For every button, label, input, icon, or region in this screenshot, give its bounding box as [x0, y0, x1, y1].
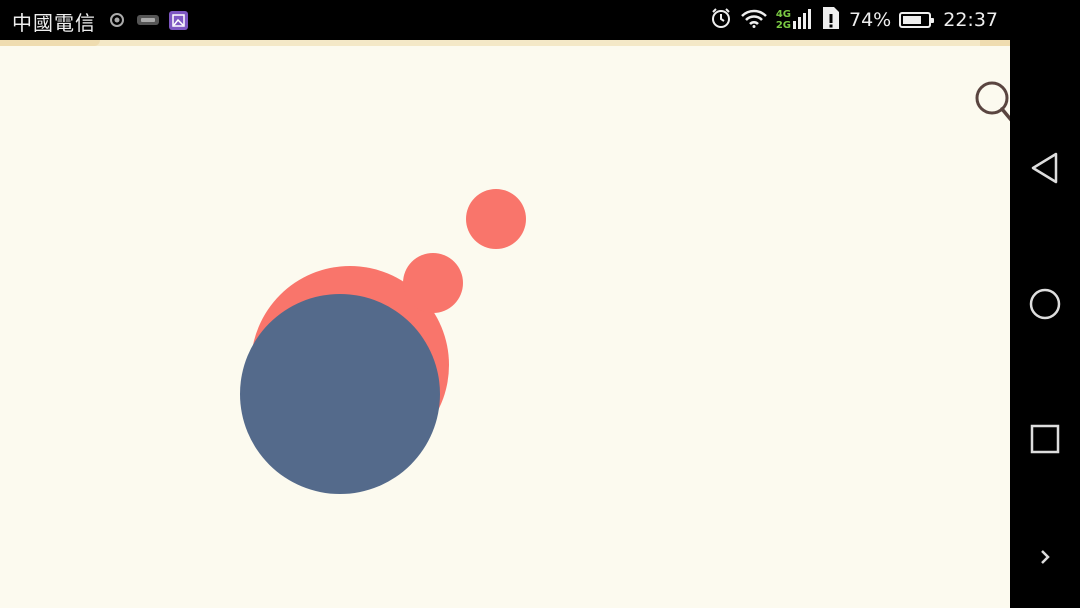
status-icons: 4G 2G 74% 22:37	[710, 0, 998, 40]
enemy-cell-small	[403, 253, 463, 313]
player-cell[interactable]	[240, 294, 440, 494]
battery-icon	[899, 12, 935, 28]
network-type-bottom: 2G	[775, 20, 791, 31]
alarm-icon	[710, 7, 732, 33]
gallery-app-icon	[168, 10, 188, 30]
search-icon	[975, 81, 1010, 122]
network-type: 4G 2G	[776, 9, 791, 31]
game-canvas[interactable]	[0, 40, 1010, 608]
home-button[interactable]	[1025, 284, 1065, 324]
recents-square-icon	[1030, 424, 1060, 454]
status-bar: 中國電信 4G 2G 74% 22:37	[0, 0, 1010, 40]
expand-chevron-icon	[1041, 550, 1050, 564]
carrier-name: 中國電信	[12, 11, 96, 35]
wifi-icon	[740, 8, 768, 32]
battery-percent: 74%	[849, 9, 892, 31]
food-pellet	[466, 189, 526, 249]
back-button[interactable]	[1025, 148, 1065, 188]
search-button[interactable]	[972, 78, 1010, 124]
home-circle-icon	[1029, 288, 1061, 320]
clock-time: 22:37	[943, 9, 998, 31]
game-area[interactable]	[0, 40, 1010, 608]
network-type-top: 4G	[775, 9, 791, 20]
notification-circle-icon	[108, 11, 126, 29]
signal-icon	[793, 7, 813, 33]
recents-button[interactable]	[1025, 419, 1065, 459]
battery-fill	[903, 16, 921, 24]
tap-app-icon	[136, 11, 160, 29]
back-triangle-icon	[1031, 152, 1058, 184]
expand-button[interactable]	[1025, 537, 1065, 577]
navigation-bar	[1010, 0, 1080, 608]
sim-alert-icon	[821, 5, 841, 35]
